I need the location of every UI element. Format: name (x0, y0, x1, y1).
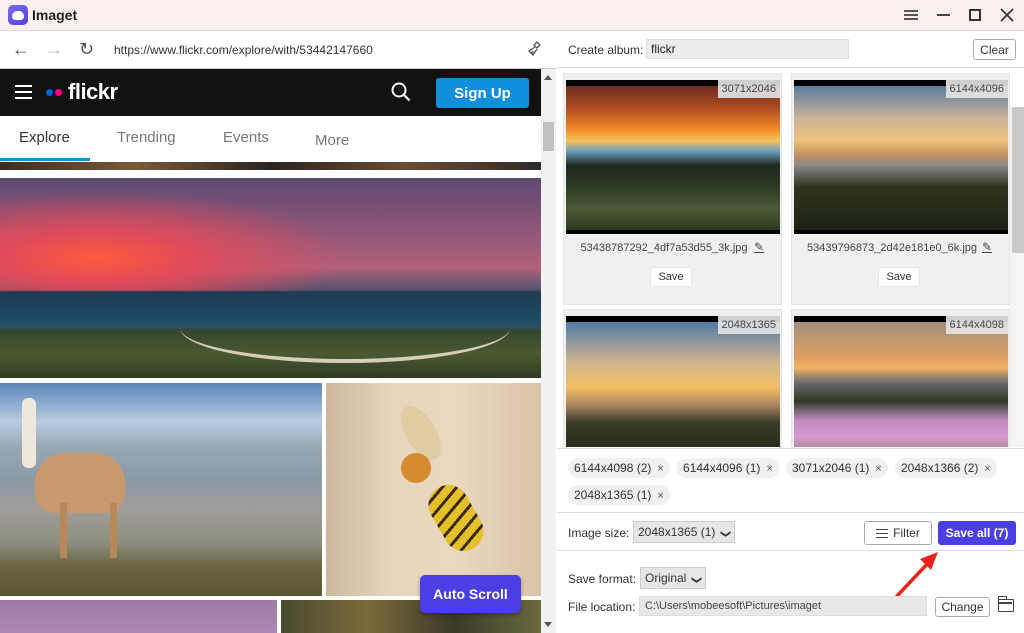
flickr-header: flickr Sign Up (0, 69, 541, 116)
edit-pencil-icon[interactable]: ✎ (982, 240, 992, 254)
image-thumbnail[interactable]: 6144x4098 (794, 316, 1008, 447)
app-logo-icon (8, 5, 28, 25)
tab-events[interactable]: Events (223, 129, 269, 146)
forward-button[interactable]: → (45, 39, 63, 59)
maximize-button[interactable] (966, 4, 984, 26)
image-thumbnail[interactable]: 3071x2046 (566, 80, 780, 234)
close-button[interactable] (998, 4, 1016, 26)
menu-icon (904, 10, 918, 20)
save-format-label: Save format: (568, 572, 637, 586)
folder-icon[interactable] (997, 596, 1014, 612)
image-size-label: Image size: (568, 526, 630, 540)
sign-up-button[interactable]: Sign Up (436, 78, 529, 108)
flickr-logo-dots (46, 89, 62, 96)
size-tags: 6144x4098 (2) × 6144x4096 (1) × 3071x2046 … (557, 448, 1024, 512)
photo-guanacos[interactable] (0, 383, 322, 596)
minimize-button[interactable] (934, 4, 952, 26)
menu-button[interactable] (902, 4, 920, 26)
search-icon[interactable] (391, 82, 411, 102)
chevron-down-icon: ❯ (691, 575, 703, 585)
grid-scrollbar-thumb[interactable] (1012, 107, 1024, 253)
remove-tag-icon[interactable]: × (984, 459, 990, 479)
window-controls (902, 4, 1016, 26)
reload-button[interactable]: ↻ (79, 39, 94, 59)
flickr-logo[interactable]: flickr (68, 79, 118, 105)
grid-scrollbar[interactable] (1010, 107, 1024, 447)
image-thumbnail[interactable]: 6144x4096 (794, 80, 1008, 234)
remove-tag-icon[interactable]: × (766, 459, 772, 479)
remove-tag-icon[interactable]: × (875, 459, 881, 479)
flickr-hamburger-icon[interactable] (15, 85, 32, 99)
resolution-badge: 2048x1365 (717, 316, 780, 334)
tab-trending[interactable]: Trending (117, 129, 176, 146)
browser-pane: ← → ↻ flickr Sign Up Explore Trending (0, 31, 556, 633)
maximize-icon (969, 9, 981, 21)
size-tag: 3071x2046 (1) × (786, 458, 888, 478)
size-tag: 6144x4096 (1) × (677, 458, 779, 478)
size-tag: 6144x4098 (2) × (568, 458, 670, 478)
filter-button[interactable]: Filter (864, 521, 932, 545)
image-card: 2048x1365 (563, 309, 782, 447)
album-name-input[interactable] (646, 39, 849, 59)
file-name: 53438787292_4df7a53d55_3k.jpg (580, 242, 748, 254)
file-name: 53439796873_2d42e181e0_6k.jpg (806, 242, 978, 254)
image-size-row: Image size: 2048x1365 (1) ❯ Filter Save a… (557, 512, 1024, 551)
remove-tag-icon[interactable]: × (657, 459, 663, 479)
image-thumbnail[interactable]: 2048x1365 (566, 316, 780, 447)
save-format-select[interactable]: Original ❯ (640, 567, 706, 589)
image-card: 6144x4096 53439796873_2d42e181e0_6k.jpg … (791, 73, 1010, 305)
save-settings: Save format: Original ❯ File location: (557, 552, 1024, 633)
image-card: 6144x4098 (791, 309, 1010, 447)
remove-tag-icon[interactable]: × (657, 486, 663, 506)
scroll-down-arrow-icon[interactable] (544, 622, 552, 627)
tab-explore[interactable]: Explore (19, 129, 70, 146)
save-button[interactable]: Save (878, 267, 920, 287)
album-row: Create album: Clear (557, 31, 1024, 68)
flickr-webview: flickr Sign Up Explore Trending Events M… (0, 69, 541, 633)
create-album-label: Create album: (568, 43, 644, 57)
image-card: 3071x2046 53438787292_4df7a53d55_3k.jpg … (563, 73, 782, 305)
size-tag: 2048x1365 (1) × (568, 485, 670, 505)
image-size-select[interactable]: 2048x1365 (1) ❯ (633, 521, 735, 543)
file-location-input[interactable] (639, 596, 927, 616)
photo-coastline-sunset[interactable] (0, 178, 541, 378)
clear-button[interactable]: Clear (973, 39, 1016, 60)
scroll-up-arrow-icon[interactable] (544, 75, 552, 80)
edit-pencil-icon[interactable]: ✎ (754, 240, 764, 254)
resolution-badge: 6144x4098 (945, 316, 1008, 334)
filter-sliders-icon (876, 528, 889, 539)
back-button[interactable]: ← (12, 39, 30, 59)
tab-more[interactable]: More (315, 132, 349, 149)
app-title: Imaget (32, 7, 78, 23)
flickr-pink-dot (55, 89, 62, 96)
save-all-button[interactable]: Save all (7) (938, 521, 1016, 545)
title-bar: Imaget (0, 0, 1024, 31)
size-tag: 2048x1366 (2) × (895, 458, 997, 478)
close-icon (1000, 8, 1014, 22)
download-panel: Create album: Clear 3071x2046 5343878729… (557, 31, 1024, 633)
image-grid: 3071x2046 53438787292_4df7a53d55_3k.jpg … (557, 69, 1024, 447)
save-button[interactable]: Save (650, 267, 692, 287)
browser-scrollbar-thumb[interactable] (543, 122, 554, 151)
minimize-icon (936, 14, 950, 16)
browser-scrollbar[interactable] (541, 69, 556, 633)
chevron-down-icon: ❯ (720, 529, 732, 539)
clear-cache-broom-icon[interactable] (527, 41, 543, 57)
browser-nav-bar: ← → ↻ (0, 31, 556, 69)
file-location-label: File location: (568, 600, 636, 614)
active-tab-indicator (0, 158, 90, 161)
flickr-blue-dot (46, 89, 53, 96)
resolution-badge: 6144x4096 (945, 80, 1008, 98)
resolution-badge: 3071x2046 (717, 80, 780, 98)
flickr-tabs: Explore Trending Events More (0, 116, 541, 162)
url-input[interactable] (108, 39, 512, 61)
auto-scroll-button[interactable]: Auto Scroll (420, 575, 521, 613)
photo-hornet[interactable] (326, 383, 541, 596)
photo-partial-top[interactable] (0, 162, 541, 170)
photo-purple-sky[interactable] (0, 600, 277, 633)
change-location-button[interactable]: Change (935, 597, 990, 617)
